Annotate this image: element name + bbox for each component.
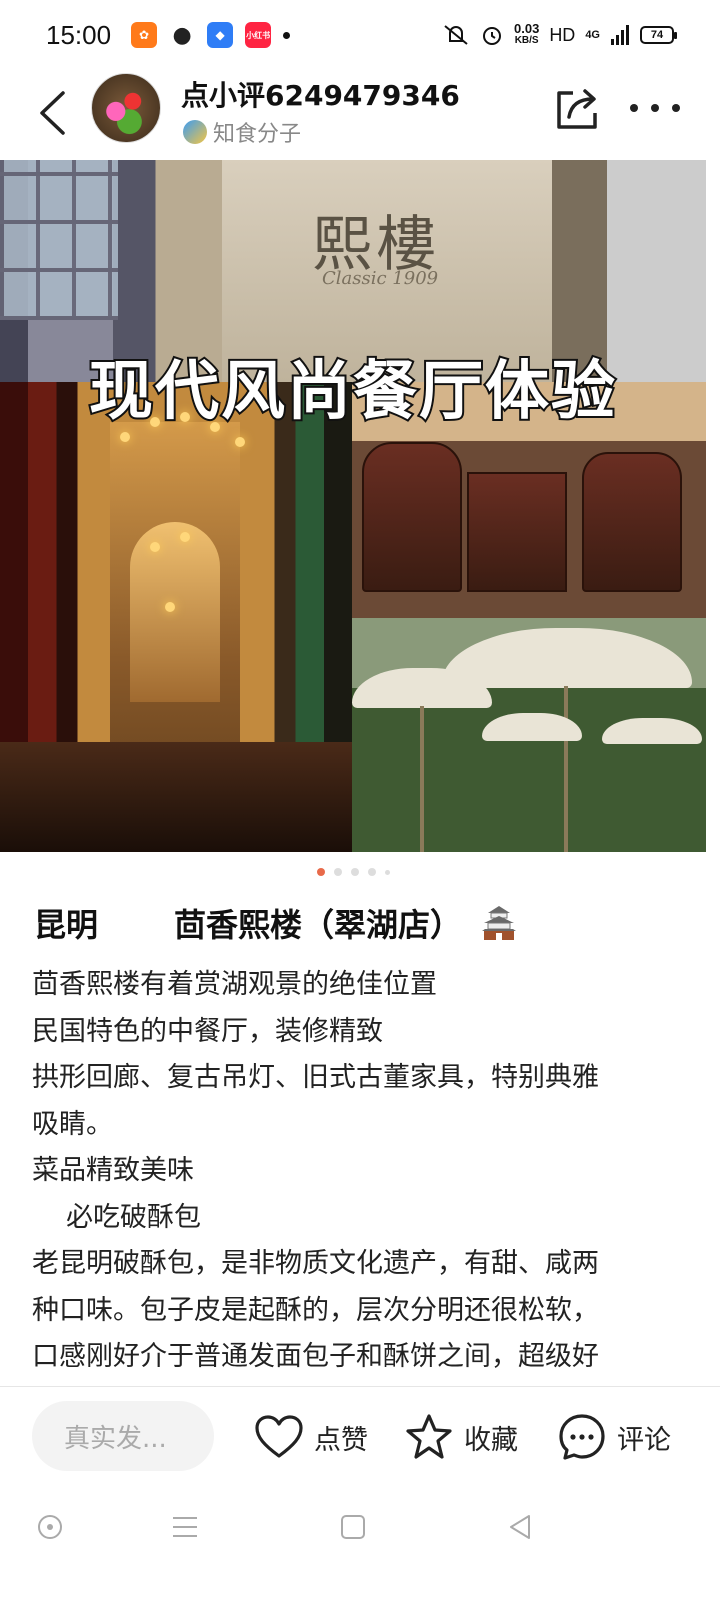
post-line: 必吃破酥包	[66, 1201, 201, 1233]
assistant-icon	[38, 1515, 62, 1539]
user-tag-label: 知食分子	[213, 122, 302, 147]
post-line: 口感刚好介于普通发面包子和酥饼之间，超级好	[32, 1341, 599, 1372]
carousel-dot-active	[316, 868, 325, 876]
notification-icons: ✿ ● ◆ 小红书	[131, 22, 291, 48]
mute-bell-icon	[444, 25, 468, 45]
more-dot-icon	[651, 104, 659, 112]
battery-indicator: 74	[640, 26, 677, 44]
user-tag: 知食分子	[183, 116, 301, 148]
back-button[interactable]	[32, 88, 72, 138]
comment-bubble-icon	[559, 1414, 605, 1460]
umbrella-pole	[420, 706, 424, 852]
network-speed-value: 0.03	[514, 21, 540, 36]
post-action-bar: 真实发... 点赞 收藏 评论	[0, 1386, 720, 1486]
back-arrow-icon	[40, 91, 65, 135]
post-line: 种口味。包子皮是起酥的，层次分明还很松软，	[32, 1294, 599, 1326]
comment-label: 评论	[617, 1424, 671, 1456]
antique-chair	[362, 442, 462, 592]
chandelier-light	[150, 542, 160, 552]
post-line: 菜品精致美味	[32, 1155, 194, 1186]
post-city: 昆明	[34, 906, 99, 944]
more-dot-icon	[630, 104, 638, 112]
menu-icon	[173, 1517, 197, 1537]
home-button[interactable]	[338, 1512, 368, 1542]
comment-input[interactable]: 真实发...	[32, 1401, 214, 1471]
star-icon	[406, 1414, 452, 1459]
post-line: 老昆明破酥包，是非物质文化遗产，有甜、咸两	[32, 1248, 599, 1279]
status-time: 15:00	[46, 19, 112, 50]
more-options-button[interactable]	[630, 98, 680, 118]
post-line: 民国特色的中餐厅，装修精致	[32, 1015, 383, 1047]
more-dot-icon	[672, 104, 680, 112]
post-restaurant: 茴香熙楼（翠湖店）	[174, 906, 463, 944]
user-avatar[interactable]	[91, 73, 161, 143]
status-bar: 15:00 ✿ ● ◆ 小红书 0.03 KB/S HD 4G 74	[0, 0, 720, 70]
like-button[interactable]: 点赞	[254, 1409, 368, 1465]
chandelier-light	[120, 432, 130, 442]
collect-label: 收藏	[464, 1424, 518, 1456]
post-line: 茴香熙楼有着赏湖观景的绝佳位置	[32, 969, 437, 1000]
more-notifications-dot	[283, 31, 291, 39]
network-speed-unit: KB/S	[514, 35, 539, 46]
comment-button[interactable]: 评论	[557, 1409, 671, 1465]
restaurant-sign-subtext: Classic 1909	[322, 268, 439, 289]
post-header: 点小评6249479346 知食分子	[0, 70, 720, 160]
patio-umbrella-photo	[352, 618, 706, 852]
hd-indicator: HD	[549, 24, 576, 45]
corridor-photo	[0, 382, 352, 852]
user-name[interactable]: 点小评6249479346	[181, 74, 460, 114]
xiaohongshu-app-icon: 小红书	[245, 22, 272, 48]
like-label: 点赞	[314, 1424, 368, 1456]
system-back-button[interactable]	[505, 1512, 535, 1542]
post-line: 吸睛。	[32, 1108, 113, 1140]
status-right: 0.03 KB/S HD 4G 74	[442, 21, 677, 47]
share-icon	[557, 89, 597, 129]
wechat-app-icon: ●	[169, 22, 196, 48]
home-square-icon	[341, 1515, 365, 1539]
image-overlay-title: 现代风尚餐厅体验	[87, 353, 617, 431]
umbrella-pole	[564, 686, 568, 852]
antique-cabinet	[467, 472, 567, 592]
signal-type: 4G	[585, 29, 600, 41]
carousel-dot	[350, 868, 359, 876]
post-image-carousel[interactable]: 熙樓 Classic 1909 现代风尚餐厅体验	[0, 160, 706, 852]
carousel-dot	[384, 869, 390, 875]
alarm-icon	[483, 27, 501, 45]
carousel-indicator	[0, 868, 706, 876]
chandelier-light	[235, 437, 245, 447]
post-body: 茴香熙楼有着赏湖观景的绝佳位置 民国特色的中餐厅，装修精致 拱形回廊、复古吊灯、…	[32, 962, 692, 1381]
heart-icon	[255, 1415, 303, 1458]
umbrella	[442, 628, 692, 688]
back-triangle-icon	[510, 1515, 530, 1539]
post-title: 昆明 茴香熙楼（翠湖店）	[34, 900, 518, 946]
signal-bars-icon	[611, 25, 629, 45]
post-line: 拱形回廊、复古吊灯、旧式古董家具，特别典雅	[32, 1062, 599, 1093]
floor	[0, 742, 352, 852]
taobao-app-icon: ✿	[131, 22, 158, 48]
chandelier-light	[180, 532, 190, 542]
notes-app-icon: ◆	[207, 22, 234, 48]
antique-chair	[582, 452, 682, 592]
window-grid-lines	[0, 160, 118, 320]
arch	[130, 522, 220, 702]
system-nav-bar	[0, 1490, 720, 1560]
collect-button[interactable]: 收藏	[404, 1409, 518, 1465]
carousel-dot	[367, 868, 376, 876]
share-button[interactable]	[553, 85, 601, 133]
network-speed: 0.03 KB/S	[514, 21, 540, 47]
japanese-castle-icon	[482, 906, 517, 940]
assistant-button[interactable]	[35, 1512, 65, 1542]
foodie-badge-icon	[183, 120, 207, 144]
carousel-dot	[333, 868, 342, 876]
chandelier-light	[165, 602, 175, 612]
umbrella	[602, 718, 702, 744]
menu-button[interactable]	[170, 1512, 200, 1542]
